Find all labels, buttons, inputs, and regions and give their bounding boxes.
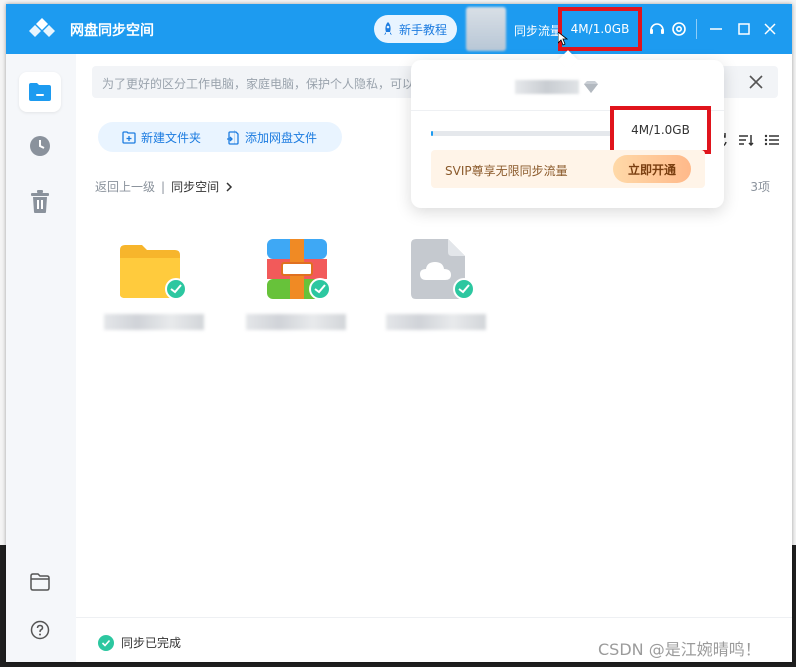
sort-icon[interactable]: [738, 132, 754, 148]
avatar[interactable]: [466, 7, 506, 51]
quota-progress-fill: [431, 131, 433, 136]
sync-quota-popover: 4M/1.0GB SVIP尊享无限同步流量 立即开通: [411, 50, 724, 208]
synced-check-icon: [309, 278, 331, 300]
breadcrumb-current: 同步空间: [171, 180, 220, 194]
sync-status: 同步已完成: [98, 634, 181, 651]
breadcrumb: 返回上一级 | 同步空间: [95, 178, 233, 195]
svip-promo: SVIP尊享无限同步流量 立即开通: [431, 150, 705, 188]
clock-icon: [30, 136, 50, 156]
sidebar-item-help[interactable]: [19, 610, 61, 650]
svip-promo-text: SVIP尊享无限同步流量: [445, 164, 568, 178]
popover-quota-highlight: 4M/1.0GB: [610, 106, 711, 154]
sidebar-item-trash[interactable]: [19, 182, 61, 222]
sync-quota-indicator[interactable]: 4M/1.0GB: [558, 7, 642, 51]
add-cloud-file-button[interactable]: 添加网盘文件: [226, 129, 317, 146]
svip-open-button[interactable]: 立即开通: [613, 155, 691, 183]
sidebar: [6, 54, 76, 662]
sidebar-item-files[interactable]: [19, 72, 61, 112]
title-bar: 网盘同步空间 新手教程 同步流量 4M/1.0GB: [6, 4, 792, 54]
file-name: [104, 314, 204, 330]
sync-traffic-label: 同步流量: [514, 24, 563, 38]
svip-open-label: 立即开通: [627, 162, 676, 177]
item-count: 3项: [750, 180, 770, 194]
sync-quota-value: 4M/1.0GB: [570, 22, 630, 36]
app-logo-icon: [29, 18, 55, 37]
tutorial-label: 新手教程: [399, 22, 448, 37]
add-cloud-file-icon: [227, 130, 239, 145]
action-bar: 新建文件夹 添加网盘文件: [98, 122, 342, 152]
sidebar-item-history[interactable]: [19, 126, 61, 166]
help-icon: [30, 620, 50, 640]
close-icon[interactable]: [760, 19, 780, 39]
chevron-right-icon: [226, 181, 233, 192]
new-folder-button[interactable]: 新建文件夹: [122, 129, 201, 146]
folder-outline-icon: [30, 573, 50, 591]
breadcrumb-separator: |: [161, 179, 166, 194]
gear-icon[interactable]: [669, 19, 689, 39]
vip-diamond-icon: [584, 81, 598, 93]
add-cloud-file-label: 添加网盘文件: [245, 131, 318, 145]
mouse-cursor-icon: [558, 32, 568, 46]
synced-check-icon: [165, 278, 187, 300]
app-title: 网盘同步空间: [70, 23, 154, 39]
file-name: [246, 314, 346, 330]
synced-check-icon: [453, 278, 475, 300]
new-folder-icon: [122, 131, 136, 144]
popover-quota-value: 4M/1.0GB: [631, 123, 690, 137]
notice-close-icon[interactable]: [746, 72, 766, 92]
minimize-icon[interactable]: [706, 19, 726, 39]
tutorial-button[interactable]: 新手教程: [374, 15, 458, 43]
watermark: CSDN @是江婉晴鸣！: [598, 640, 761, 659]
folder-icon: [29, 83, 51, 101]
breadcrumb-back[interactable]: 返回上一级: [95, 178, 155, 195]
trash-icon: [31, 190, 49, 213]
notice-text: 为了更好的区分工作电脑，家庭电脑，保护个人隐私，可以: [102, 77, 415, 91]
app-window: 网盘同步空间 新手教程 同步流量 4M/1.0GB 为了更好的区分工作电脑，家庭…: [6, 4, 792, 662]
new-folder-label: 新建文件夹: [141, 131, 202, 145]
maximize-icon[interactable]: [734, 19, 754, 39]
sync-status-text: 同步已完成: [121, 636, 182, 650]
titlebar-divider: [696, 19, 697, 39]
sync-complete-icon: [98, 634, 114, 651]
sidebar-item-open-folder[interactable]: [19, 562, 61, 602]
rocket-icon: [384, 22, 392, 35]
username: [515, 80, 579, 94]
file-name: [386, 314, 486, 330]
quota-progress-bar: [431, 131, 631, 136]
list-view-icon[interactable]: [764, 132, 780, 148]
headset-icon[interactable]: [647, 19, 667, 39]
